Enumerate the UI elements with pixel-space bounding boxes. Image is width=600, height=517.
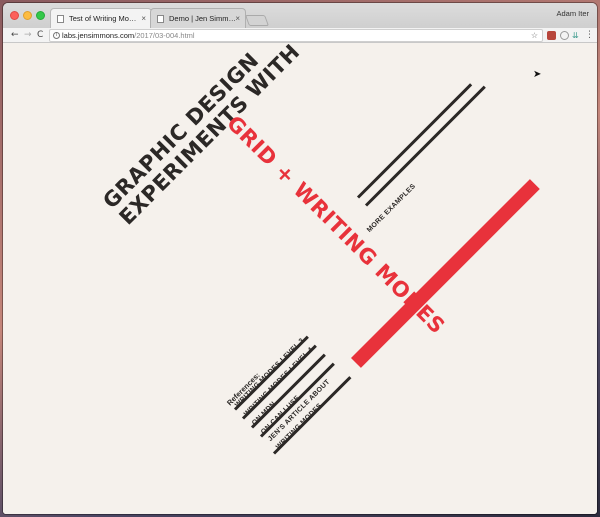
tab-strip: Test of Writing Modes + CSS G × Demo | J… [3, 3, 597, 28]
divider-line [364, 85, 486, 207]
back-arrow-icon[interactable]: ← [11, 28, 19, 43]
page-viewport: ➤ GRAPHIC DESIGN EXPERIMENTS WITH GRID +… [3, 44, 597, 514]
more-examples-link[interactable]: MORE EXAMPLES [366, 183, 417, 234]
new-tab-button[interactable] [244, 15, 270, 26]
address-toolbar: ← → C i labs.jensimmons.com/2017/03-004.… [3, 28, 597, 43]
profile-name[interactable]: Adam Iter [556, 9, 589, 18]
tab-close-icon[interactable]: × [141, 9, 146, 28]
extension-shield-icon[interactable] [547, 31, 556, 40]
maximize-window-button[interactable] [36, 11, 45, 20]
forward-arrow-icon[interactable]: → [24, 28, 32, 43]
extension-circle-icon[interactable] [560, 31, 569, 40]
reload-icon[interactable]: C [37, 28, 43, 43]
browser-window: Test of Writing Modes + CSS G × Demo | J… [3, 3, 597, 514]
address-bar[interactable]: i labs.jensimmons.com/2017/03-004.html ☆ [49, 29, 543, 42]
page-icon [157, 15, 164, 23]
minimize-window-button[interactable] [23, 11, 32, 20]
info-icon[interactable]: i [53, 32, 60, 39]
title-line-2: EXPERIMENTS WITH [114, 44, 305, 230]
close-window-button[interactable] [10, 11, 19, 20]
extension-tree-icon[interactable]: ⇊ [572, 31, 581, 40]
page-title: GRAPHIC DESIGN EXPERIMENTS WITH [98, 44, 305, 230]
tab-label: Test of Writing Modes + CSS G [69, 14, 139, 23]
tab-demo[interactable]: Demo | Jen Simmons Labs × [150, 8, 246, 28]
menu-kebab-icon[interactable]: ⋮ [585, 29, 594, 42]
tab-label: Demo | Jen Simmons Labs [169, 14, 239, 23]
url-host: labs.jensimmons.com [62, 31, 135, 40]
tab-close-icon[interactable]: × [235, 9, 240, 28]
url-path: /2017/03-004.html [134, 31, 195, 40]
divider-line [356, 83, 473, 199]
mouse-cursor-icon: ➤ [533, 69, 542, 80]
tab-writing-modes[interactable]: Test of Writing Modes + CSS G × [50, 8, 152, 28]
bookmark-star-icon[interactable]: ☆ [531, 30, 538, 41]
page-icon [57, 15, 64, 23]
